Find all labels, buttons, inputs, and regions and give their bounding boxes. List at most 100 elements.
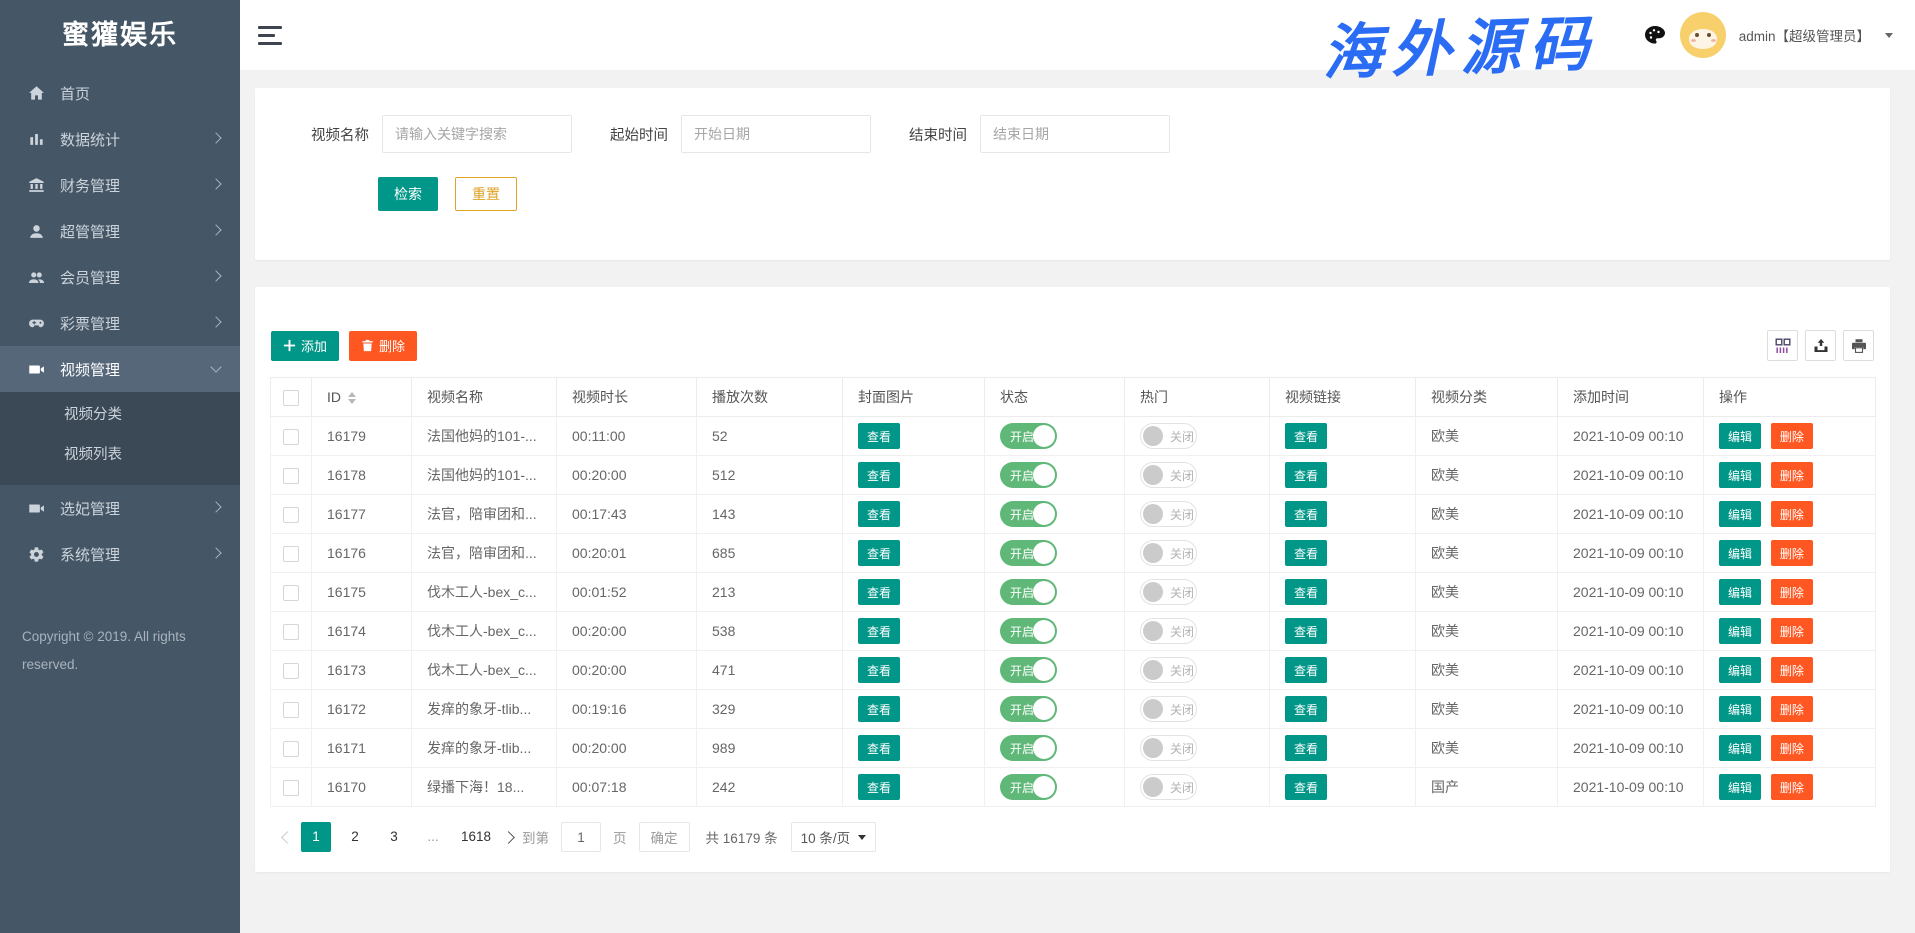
view-cover-button[interactable]: 查看 [858, 696, 900, 722]
view-cover-button[interactable]: 查看 [858, 774, 900, 800]
hot-toggle[interactable]: 关闭 [1140, 696, 1197, 722]
status-toggle[interactable]: 开启 [1000, 423, 1057, 449]
hot-toggle[interactable]: 关闭 [1140, 657, 1197, 683]
sidebar-item-lottery[interactable]: 彩票管理 [0, 300, 240, 346]
username[interactable]: admin【超级管理员】 [1739, 25, 1870, 45]
edit-button[interactable]: 编辑 [1719, 462, 1761, 488]
view-link-button[interactable]: 查看 [1285, 735, 1327, 761]
edit-button[interactable]: 编辑 [1719, 618, 1761, 644]
delete-button[interactable]: 删除 [1771, 618, 1813, 644]
hot-toggle[interactable]: 关闭 [1140, 579, 1197, 605]
menu-toggle-button[interactable] [258, 26, 282, 45]
hot-toggle[interactable]: 关闭 [1140, 618, 1197, 644]
view-cover-button[interactable]: 查看 [858, 462, 900, 488]
view-cover-button[interactable]: 查看 [858, 540, 900, 566]
batch-delete-button[interactable]: 删除 [349, 331, 417, 361]
status-toggle[interactable]: 开启 [1000, 618, 1057, 644]
view-link-button[interactable]: 查看 [1285, 774, 1327, 800]
delete-button[interactable]: 删除 [1771, 501, 1813, 527]
delete-button[interactable]: 删除 [1771, 657, 1813, 683]
view-link-button[interactable]: 查看 [1285, 618, 1327, 644]
confirm-page-button[interactable]: 确定 [639, 822, 690, 852]
row-checkbox[interactable] [283, 702, 299, 718]
view-link-button[interactable]: 查看 [1285, 657, 1327, 683]
delete-button[interactable]: 删除 [1771, 423, 1813, 449]
view-link-button[interactable]: 查看 [1285, 540, 1327, 566]
goto-page-input[interactable] [561, 822, 601, 852]
avatar[interactable] [1680, 12, 1726, 58]
edit-button[interactable]: 编辑 [1719, 501, 1761, 527]
status-toggle[interactable]: 开启 [1000, 657, 1057, 683]
page-button[interactable]: 1618 [457, 822, 495, 852]
user-menu-caret-icon[interactable] [1885, 33, 1893, 38]
edit-button[interactable]: 编辑 [1719, 579, 1761, 605]
view-cover-button[interactable]: 查看 [858, 579, 900, 605]
edit-button[interactable]: 编辑 [1719, 735, 1761, 761]
end-date-input[interactable] [980, 115, 1170, 153]
search-button[interactable]: 检索 [378, 177, 438, 211]
select-all-checkbox[interactable] [283, 390, 299, 406]
sort-icon[interactable] [348, 392, 356, 404]
hot-toggle[interactable]: 关闭 [1140, 735, 1197, 761]
edit-button[interactable]: 编辑 [1719, 774, 1761, 800]
status-toggle[interactable]: 开启 [1000, 774, 1057, 800]
view-link-button[interactable]: 查看 [1285, 423, 1327, 449]
print-button[interactable] [1843, 330, 1874, 361]
hot-toggle[interactable]: 关闭 [1140, 540, 1197, 566]
status-toggle[interactable]: 开启 [1000, 501, 1057, 527]
edit-button[interactable]: 编辑 [1719, 540, 1761, 566]
delete-button[interactable]: 删除 [1771, 462, 1813, 488]
view-cover-button[interactable]: 查看 [858, 618, 900, 644]
column-header-0[interactable]: ID [312, 378, 412, 417]
delete-button[interactable]: 删除 [1771, 540, 1813, 566]
prev-page-button[interactable] [281, 831, 294, 844]
hot-toggle[interactable]: 关闭 [1140, 462, 1197, 488]
status-toggle[interactable]: 开启 [1000, 579, 1057, 605]
reset-button[interactable]: 重置 [455, 177, 517, 211]
status-toggle[interactable]: 开启 [1000, 540, 1057, 566]
row-checkbox[interactable] [283, 546, 299, 562]
view-link-button[interactable]: 查看 [1285, 462, 1327, 488]
page-button[interactable]: 3 [379, 822, 409, 852]
delete-button[interactable]: 删除 [1771, 579, 1813, 605]
edit-button[interactable]: 编辑 [1719, 696, 1761, 722]
delete-button[interactable]: 删除 [1771, 735, 1813, 761]
row-checkbox[interactable] [283, 741, 299, 757]
view-link-button[interactable]: 查看 [1285, 579, 1327, 605]
view-cover-button[interactable]: 查看 [858, 423, 900, 449]
video-name-input[interactable] [382, 115, 572, 153]
row-checkbox[interactable] [283, 663, 299, 679]
hot-toggle[interactable]: 关闭 [1140, 501, 1197, 527]
row-checkbox[interactable] [283, 429, 299, 445]
add-button[interactable]: 添加 [271, 331, 339, 361]
view-cover-button[interactable]: 查看 [858, 735, 900, 761]
status-toggle[interactable]: 开启 [1000, 696, 1057, 722]
row-checkbox[interactable] [283, 585, 299, 601]
row-checkbox[interactable] [283, 624, 299, 640]
delete-button[interactable]: 删除 [1771, 774, 1813, 800]
edit-button[interactable]: 编辑 [1719, 657, 1761, 683]
start-date-input[interactable] [681, 115, 871, 153]
sidebar-item-admins[interactable]: 超管管理 [0, 208, 240, 254]
view-link-button[interactable]: 查看 [1285, 501, 1327, 527]
page-size-select[interactable]: 10 条/页 [791, 822, 877, 852]
view-cover-button[interactable]: 查看 [858, 657, 900, 683]
view-link-button[interactable]: 查看 [1285, 696, 1327, 722]
filter-columns-button[interactable] [1767, 330, 1798, 361]
next-page-button[interactable] [502, 831, 515, 844]
page-button[interactable]: 2 [340, 822, 370, 852]
row-checkbox[interactable] [283, 507, 299, 523]
row-checkbox[interactable] [283, 780, 299, 796]
hot-toggle[interactable]: 关闭 [1140, 423, 1197, 449]
sidebar-subitem-video-1[interactable]: 视频列表 [0, 435, 240, 475]
sidebar-item-system[interactable]: 系统管理 [0, 531, 240, 577]
sidebar-item-concubine[interactable]: 选妃管理 [0, 485, 240, 531]
sidebar-item-members[interactable]: 会员管理 [0, 254, 240, 300]
status-toggle[interactable]: 开启 [1000, 735, 1057, 761]
delete-button[interactable]: 删除 [1771, 696, 1813, 722]
sidebar-item-home[interactable]: 首页 [0, 70, 240, 116]
sidebar-item-video[interactable]: 视频管理 [0, 346, 240, 392]
palette-icon[interactable] [1643, 23, 1667, 47]
sidebar-item-finance[interactable]: 财务管理 [0, 162, 240, 208]
hot-toggle[interactable]: 关闭 [1140, 774, 1197, 800]
